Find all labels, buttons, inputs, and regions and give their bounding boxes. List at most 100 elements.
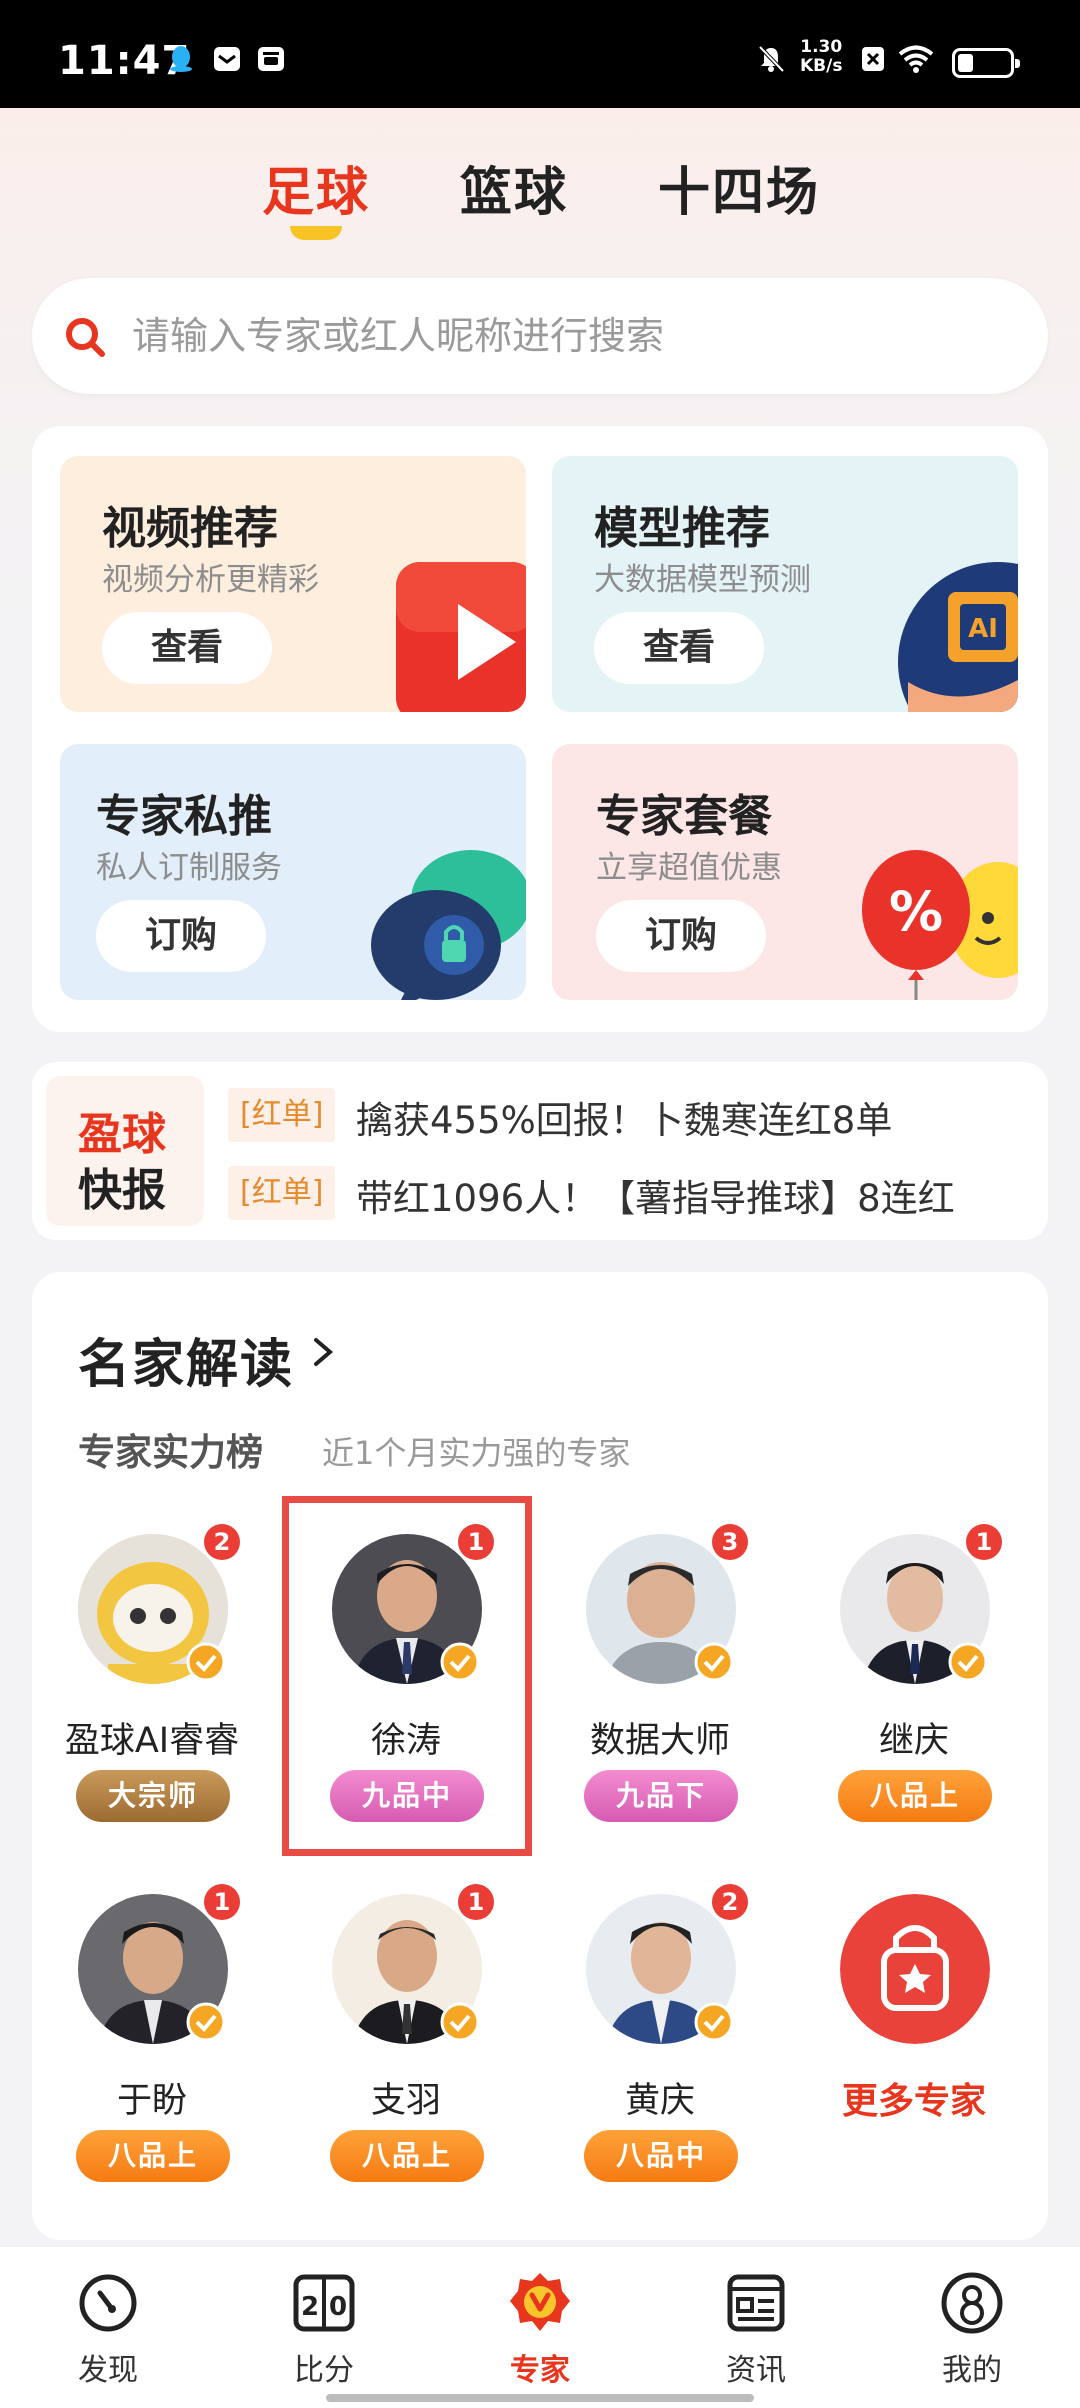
nav-label: 发现 (78, 2353, 138, 2388)
feature-video-recommend[interactable]: 视频推荐 视频分析更精彩 查看 (60, 456, 526, 712)
news-text: 带红1096人！【薯指导推球】8连红 (356, 1177, 955, 1220)
mail-icon (214, 47, 240, 71)
expert-name: 盈球AI睿睿 (64, 1721, 240, 1761)
verified-icon (694, 2002, 734, 2042)
profile-icon (941, 2272, 1003, 2334)
news-text: 擒获455%回报！卜魏寒连红8单 (356, 1099, 893, 1142)
mute-icon (758, 45, 785, 73)
expert-card[interactable]: 1 支羽 八品上 (286, 1884, 526, 2224)
feature-expert-package[interactable]: 专家套餐 立享超值优惠 订购 % (552, 744, 1018, 1000)
feature-subtitle: 视频分析更精彩 (102, 562, 319, 598)
net-speed-unit: KB/s (800, 56, 843, 76)
subscribe-button[interactable]: 订购 (596, 900, 766, 972)
news-item[interactable]: [红单] 擒获455%回报！卜魏寒连红8单 (228, 1088, 1038, 1144)
news-icon (727, 2274, 785, 2332)
private-chat-lock-icon (371, 850, 526, 1000)
search-bar[interactable] (32, 278, 1048, 394)
status-bar: 11:47 1.30 KB/s (0, 0, 1080, 108)
tab-fourteen-matches[interactable]: 十四场 (658, 150, 820, 225)
expert-icon (510, 2273, 570, 2331)
selection-highlight (282, 1496, 532, 1856)
sport-tabs: 足球 篮球 十四场 (0, 150, 1080, 250)
discount-balloon-icon: % (862, 850, 1018, 1000)
expert-card[interactable]: 3 数据大师 九品下 (540, 1524, 780, 1864)
qq-icon (170, 46, 192, 72)
notification-icon (258, 47, 284, 71)
feature-model-recommend[interactable]: 模型推荐 大数据模型预测 查看 AI (552, 456, 1018, 712)
news-tag: [红单] (228, 1088, 336, 1142)
home-indicator[interactable] (326, 2394, 754, 2402)
news-tag: [红单] (228, 1166, 336, 1220)
expert-card[interactable]: 1 于盼 八品上 (32, 1884, 272, 2224)
nav-label: 我的 (942, 2353, 1002, 2388)
experts-panel: 名家解读 专家实力榜 近1个月实力强的专家 2 盈球AI睿睿 大宗师 1 徐涛 … (32, 1272, 1048, 2240)
rank-badge: 3 (712, 1524, 748, 1560)
battery-fill (958, 54, 973, 72)
expert-card[interactable]: 2 黄庆 八品中 (540, 1884, 780, 2224)
grade-badge: 大宗师 (76, 1770, 230, 1822)
ranking-title: 专家实力榜 (78, 1431, 263, 1474)
svg-text:%: % (889, 880, 943, 943)
grade-badge: 八品中 (584, 2130, 738, 2182)
view-button[interactable]: 查看 (594, 612, 764, 684)
feature-title: 专家套餐 (596, 791, 772, 842)
expert-name: 继庆 (878, 1721, 949, 1761)
svg-text:0: 0 (329, 2292, 347, 2322)
battery-icon (952, 48, 1020, 78)
more-experts-label: 更多专家 (841, 2081, 986, 2122)
expert-name: 黄庆 (624, 2081, 695, 2121)
net-speed: 1.30 KB/s (800, 38, 842, 76)
expert-card[interactable]: 1 继庆 八品上 (794, 1524, 1034, 1864)
search-input[interactable] (132, 304, 1012, 368)
rank-badge: 2 (204, 1524, 240, 1560)
more-experts-icon (840, 1894, 990, 2044)
verified-icon (694, 1642, 734, 1682)
net-speed-value: 1.30 (800, 37, 843, 57)
feature-subtitle: 大数据模型预测 (594, 562, 811, 598)
view-button[interactable]: 查看 (102, 612, 272, 684)
section-title[interactable]: 名家解读 (78, 1322, 294, 1397)
news-logo: 盈球 快报 (46, 1076, 204, 1226)
nav-label: 资讯 (726, 2353, 786, 2388)
nav-label: 比分 (294, 2353, 354, 2388)
expert-name: 于盼 (116, 2081, 187, 2121)
ai-chip-icon: AI (898, 562, 1018, 712)
verified-icon (186, 1642, 226, 1682)
news-logo-line1: 盈球 (78, 1109, 166, 1160)
rank-badge: 1 (204, 1884, 240, 1920)
discover-icon (79, 2274, 137, 2332)
expert-card[interactable]: 2 盈球AI睿睿 大宗师 (32, 1524, 272, 1864)
svg-text:AI: AI (968, 614, 998, 644)
verified-icon (440, 2002, 480, 2042)
news-logo-line2: 快报 (78, 1165, 166, 1216)
tab-football[interactable]: 足球 (262, 150, 370, 225)
grade-badge: 九品下 (584, 1770, 738, 1822)
feature-expert-private[interactable]: 专家私推 私人订制服务 订购 (60, 744, 526, 1000)
nav-news[interactable]: 资讯 (676, 2271, 836, 2391)
nav-discover[interactable]: 发现 (28, 2271, 188, 2391)
score-icon: 20 (293, 2274, 355, 2332)
expert-name: 支羽 (370, 2081, 441, 2121)
wifi-icon (898, 45, 934, 73)
verified-icon (186, 2002, 226, 2042)
nav-profile[interactable]: 我的 (892, 2271, 1052, 2391)
grade-badge: 八品上 (838, 1770, 992, 1822)
tab-basketball[interactable]: 篮球 (460, 150, 568, 225)
rank-badge: 1 (966, 1524, 1002, 1560)
chevron-right-icon[interactable] (306, 1332, 340, 1372)
subscribe-button[interactable]: 订购 (96, 900, 266, 972)
feature-title: 模型推荐 (594, 503, 770, 554)
video-play-icon (396, 562, 526, 712)
rank-badge: 1 (458, 1884, 494, 1920)
tab-active-indicator (290, 226, 342, 240)
no-sim-icon (862, 47, 884, 71)
nav-expert[interactable]: 专家 (460, 2271, 620, 2391)
news-item[interactable]: [红单] 带红1096人！【薯指导推球】8连红 (228, 1166, 1038, 1222)
feature-subtitle: 私人订制服务 (96, 850, 282, 886)
more-experts-button[interactable]: 更多专家 (794, 1894, 1034, 2224)
news-ticker[interactable]: 盈球 快报 [红单] 擒获455%回报！卜魏寒连红8单 [红单] 带红1096人… (32, 1062, 1048, 1240)
verified-icon (948, 1642, 988, 1682)
nav-label: 专家 (510, 2353, 570, 2388)
feature-title: 视频推荐 (102, 503, 278, 554)
nav-score[interactable]: 20 比分 (244, 2271, 404, 2391)
